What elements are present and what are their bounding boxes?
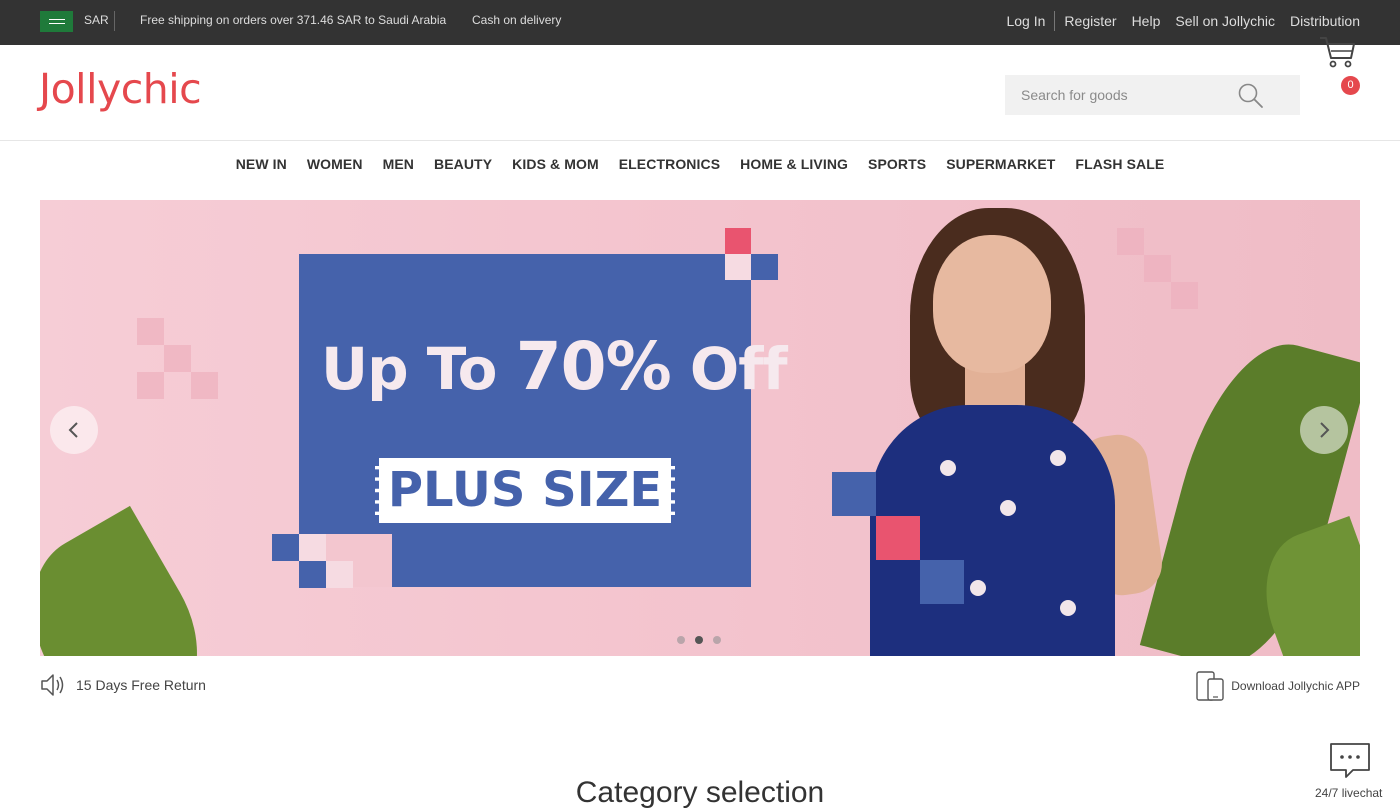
currency-selector[interactable]: SAR — [84, 13, 109, 27]
return-notice: 15 Days Free Return — [40, 672, 206, 698]
chevron-left-icon — [68, 422, 78, 438]
nav-item-flash-sale[interactable]: FLASH SALE — [1075, 156, 1164, 172]
logo[interactable]: Jollychic — [39, 65, 202, 113]
sell-link[interactable]: Sell on Jollychic — [1175, 13, 1275, 29]
nav-item-supermarket[interactable]: SUPERMARKET — [946, 156, 1055, 172]
section-title: Category selection — [575, 776, 825, 809]
banner-prev-button[interactable] — [50, 406, 98, 454]
decor-square — [164, 345, 191, 372]
shipping-notice: Free shipping on orders over 371.46 SAR … — [140, 13, 447, 27]
cod-notice: Cash on delivery — [472, 13, 562, 27]
decor-square — [725, 254, 751, 280]
flag-icon[interactable] — [40, 11, 73, 32]
decor-square — [1171, 282, 1198, 309]
decor-square — [191, 372, 218, 399]
search-input[interactable] — [1005, 75, 1235, 115]
headline-part: Off — [670, 335, 788, 403]
decor-square — [137, 318, 164, 345]
nav-item-kids-mom[interactable]: KIDS & MOM — [512, 156, 599, 172]
dress-flower — [1060, 600, 1076, 616]
slide-dot-active[interactable] — [695, 636, 703, 644]
cart-count-badge: 0 — [1341, 76, 1360, 95]
decor-square — [272, 534, 299, 561]
decor-square — [299, 561, 326, 588]
promo-headline: Up To 70% Off — [321, 328, 788, 405]
distribution-link[interactable]: Distribution — [1290, 13, 1360, 29]
headline-discount: 70% — [515, 328, 672, 405]
decor-square — [876, 516, 920, 560]
nav-item-men[interactable]: MEN — [383, 156, 414, 172]
help-link[interactable]: Help — [1132, 13, 1161, 29]
decor-square — [137, 372, 164, 399]
return-notice-text: 15 Days Free Return — [76, 677, 206, 693]
download-app-text: Download Jollychic APP — [1231, 679, 1360, 693]
model-face — [933, 235, 1051, 373]
divider — [1054, 11, 1056, 31]
category-nav: NEW IN WOMEN MEN BEAUTY KIDS & MOM ELECT… — [0, 142, 1400, 186]
decor-square — [920, 560, 964, 604]
nav-item-women[interactable]: WOMEN — [307, 156, 363, 172]
dress-flower — [940, 460, 956, 476]
banner-next-button[interactable] — [1300, 406, 1348, 454]
decor-square — [1144, 255, 1171, 282]
slide-indicator — [677, 636, 721, 644]
decor-square — [1117, 228, 1144, 255]
dress-flower — [970, 580, 986, 596]
nav-item-beauty[interactable]: BEAUTY — [434, 156, 492, 172]
search-icon[interactable] — [1237, 82, 1265, 110]
promo-label: PLUS SIZE — [387, 462, 663, 518]
dress-flower — [1000, 500, 1016, 516]
dress-flower — [1050, 450, 1066, 466]
search-bar — [1005, 75, 1300, 115]
download-app-link[interactable]: Download Jollychic APP — [1195, 671, 1360, 701]
speaker-icon — [41, 674, 64, 696]
chevron-right-icon — [1320, 422, 1330, 438]
decor-square — [832, 472, 876, 516]
slide-dot[interactable] — [713, 636, 721, 644]
slide-dot[interactable] — [677, 636, 685, 644]
nav-item-electronics[interactable]: ELECTRONICS — [619, 156, 720, 172]
decor-square — [299, 534, 326, 561]
headline-part: Up To — [321, 335, 516, 403]
decor-square — [751, 254, 778, 280]
phone-icon — [1196, 671, 1224, 701]
site-header: Jollychic — [0, 45, 1400, 141]
livechat-button[interactable]: 24/7 livechat — [1310, 742, 1390, 800]
chat-icon — [1330, 743, 1370, 778]
account-links: Log In Register Help Sell on Jollychic D… — [1006, 11, 1360, 31]
decor-square — [725, 228, 751, 254]
decor-square — [326, 561, 353, 588]
login-link[interactable]: Log In — [1006, 13, 1045, 29]
nav-item-home-living[interactable]: HOME & LIVING — [740, 156, 848, 172]
cart-icon[interactable] — [1318, 33, 1356, 69]
hero-banner[interactable]: Up To 70% Off PLUS SIZE — [40, 200, 1360, 656]
register-link[interactable]: Register — [1064, 13, 1116, 29]
livechat-label: 24/7 livechat — [1315, 786, 1383, 800]
nav-item-new-in[interactable]: NEW IN — [236, 156, 287, 172]
nav-item-sports[interactable]: SPORTS — [868, 156, 926, 172]
divider — [114, 11, 115, 31]
top-utility-bar: SAR Free shipping on orders over 371.46 … — [0, 0, 1400, 45]
